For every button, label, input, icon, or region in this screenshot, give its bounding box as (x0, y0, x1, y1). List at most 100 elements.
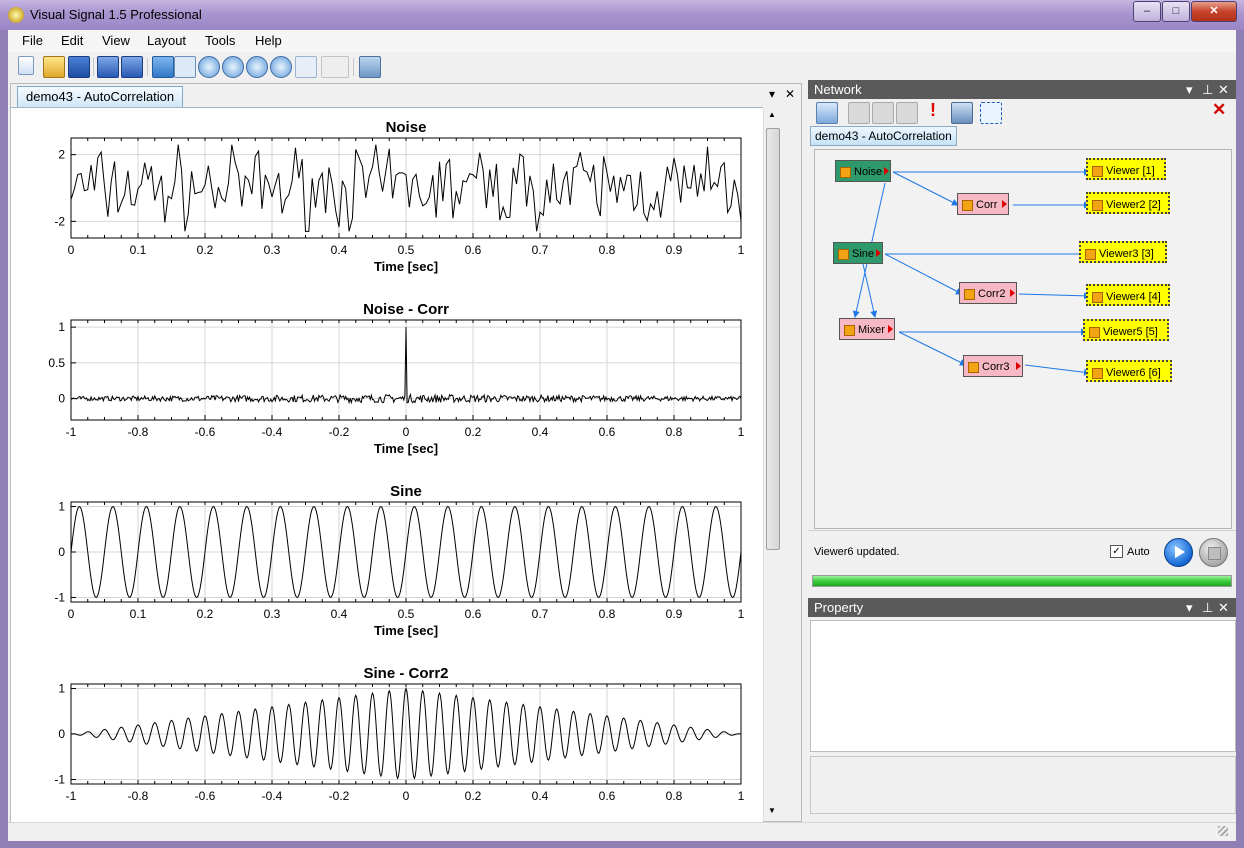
x-tick-label: 0.2 (465, 789, 482, 803)
x-tick-label: 0 (68, 243, 75, 257)
axis-scale-dropdown-icon[interactable] (321, 56, 349, 78)
x-tick-label: -0.8 (128, 425, 149, 439)
tab-demo43[interactable]: demo43 - AutoCorrelation (17, 86, 184, 107)
network-canvas[interactable]: Noise Sine Corr Corr2 Mixer Corr3 Viewer… (814, 149, 1232, 529)
node-corr2[interactable]: Corr2 (959, 282, 1017, 304)
save-network-icon[interactable] (872, 102, 894, 124)
panel-close-icon[interactable]: ✕ (1218, 80, 1229, 99)
y-tick-label: -1 (54, 590, 65, 604)
scroll-thumb[interactable] (766, 128, 780, 550)
x-tick-label: 0.9 (666, 607, 683, 621)
scroll-up-icon[interactable]: ▲ (766, 110, 778, 120)
node-viewer-3[interactable]: Viewer3 [3] (1079, 241, 1167, 263)
panel-menu-icon[interactable]: ▾ (1186, 80, 1193, 99)
node-viewer-1[interactable]: Viewer [1] (1086, 158, 1166, 180)
axis-scale-icon[interactable] (295, 56, 317, 78)
property-menu-icon[interactable]: ▾ (1186, 598, 1193, 617)
y-tick-label: 0 (58, 545, 65, 559)
zoom-axis-icon[interactable] (270, 56, 292, 78)
x-tick-label: -0.4 (262, 425, 283, 439)
zoom-select-icon[interactable] (174, 56, 196, 78)
warning-icon[interactable]: ! (930, 100, 936, 121)
chart-title: Sine - Corr2 (363, 665, 448, 682)
property-pin-icon[interactable]: ⊥ (1202, 598, 1213, 617)
plots-svg: Noise 0 0.1 0.2 0.3 0.4 0.5 0.6 0.7 0.8 0.9 1 2 -2 Tim… (48, 119, 745, 803)
x-tick-label: 0.8 (599, 607, 616, 621)
menu-tools[interactable]: Tools (205, 33, 235, 48)
tab-list-dropdown[interactable]: ▾ (769, 87, 775, 101)
zoom-in-icon[interactable] (198, 56, 220, 78)
x-tick-label: 1 (738, 243, 745, 257)
status-text: Viewer6 updated. (814, 546, 900, 558)
export-all-icon[interactable] (121, 56, 143, 78)
x-tick-label: -0.2 (329, 789, 350, 803)
x-tick-label: 0.9 (666, 243, 683, 257)
copy-icon[interactable] (848, 102, 870, 124)
maximize-button[interactable]: □ (1162, 1, 1190, 22)
scroll-down-icon[interactable]: ▼ (766, 806, 778, 816)
y-tick-label: 2 (58, 148, 65, 162)
x-tick-label: -0.8 (128, 789, 149, 803)
x-tick-label: 0.2 (465, 425, 482, 439)
node-viewer-6[interactable]: Viewer6 [6] (1086, 360, 1172, 382)
x-tick-label: 0.6 (599, 789, 616, 803)
paste-icon[interactable] (896, 102, 918, 124)
resize-grip-icon[interactable] (1218, 826, 1228, 836)
close-button[interactable]: ✕ (1191, 1, 1237, 22)
delete-icon[interactable]: ✕ (1212, 100, 1226, 120)
layout-icon[interactable] (951, 102, 973, 124)
node-viewer-2[interactable]: Viewer2 [2] (1086, 192, 1170, 214)
chart-3: Sine - Corr2 -1 -0.8 -0.6 -0.4 -0.2 0 0.2 0.4 0.6… (54, 665, 744, 803)
document-area: demo43 - AutoCorrelation ▾ ✕ Noise 0 0.1 0.… (10, 83, 802, 822)
new-file-icon[interactable] (18, 56, 34, 75)
y-tick-label: 1 (58, 320, 65, 334)
x-tick-label: 0.5 (398, 607, 415, 621)
stop-icon (1208, 547, 1221, 560)
minimize-button[interactable]: – (1133, 1, 1161, 22)
property-description (810, 756, 1236, 814)
play-icon (1175, 546, 1185, 558)
home-icon[interactable] (152, 56, 174, 78)
tools-icon[interactable] (359, 56, 381, 78)
progress-fill (813, 576, 1231, 586)
zoom-out-icon[interactable] (222, 56, 244, 78)
node-corr[interactable]: Corr (957, 193, 1009, 215)
x-tick-label: 0.8 (599, 243, 616, 257)
select-all-icon[interactable] (980, 102, 1002, 124)
add-node-icon[interactable] (816, 102, 838, 124)
node-mixer[interactable]: Mixer (839, 318, 895, 340)
x-tick-label: -0.6 (195, 789, 216, 803)
menu-layout[interactable]: Layout (147, 33, 186, 48)
node-corr3[interactable]: Corr3 (963, 355, 1023, 377)
node-viewer-4[interactable]: Viewer4 [4] (1086, 284, 1170, 306)
property-title: Property (814, 600, 864, 615)
chart-2: Sine0 0.1 0.2 0.3 0.4 0.5 0.6 0.7 0.8 0.9 110-1Tim… (54, 483, 744, 638)
stop-button[interactable] (1199, 538, 1228, 567)
x-tick-label: 0 (403, 425, 410, 439)
network-title: Network (814, 82, 862, 97)
property-grid[interactable] (810, 620, 1236, 752)
open-folder-icon[interactable] (43, 56, 65, 78)
node-noise[interactable]: Noise (835, 160, 891, 182)
panel-pin-icon[interactable]: ⊥ (1202, 80, 1213, 99)
plot-scrollbar[interactable]: ▲ ▼ (763, 108, 781, 820)
save-icon[interactable] (68, 56, 90, 78)
menu-file[interactable]: File (22, 33, 43, 48)
node-sine[interactable]: Sine (833, 242, 883, 264)
x-tick-label: 1 (738, 789, 745, 803)
x-tick-label: 0.3 (264, 243, 281, 257)
node-viewer-5[interactable]: Viewer5 [5] (1083, 319, 1169, 341)
property-close-icon[interactable]: ✕ (1218, 598, 1229, 617)
menu-edit[interactable]: Edit (61, 33, 83, 48)
export-icon[interactable] (97, 56, 119, 78)
x-tick-label: -0.4 (262, 789, 283, 803)
x-axis-label: Time [sec] (374, 441, 438, 456)
tab-close-button[interactable]: ✕ (785, 87, 795, 101)
window-title: Visual Signal 1.5 Professional (30, 7, 202, 22)
run-button[interactable] (1164, 538, 1193, 567)
menu-view[interactable]: View (102, 33, 130, 48)
menu-help[interactable]: Help (255, 33, 282, 48)
auto-checkbox[interactable]: ✓ (1110, 545, 1123, 558)
zoom-fit-icon[interactable] (246, 56, 268, 78)
network-tab[interactable]: demo43 - AutoCorrelation (810, 126, 957, 146)
